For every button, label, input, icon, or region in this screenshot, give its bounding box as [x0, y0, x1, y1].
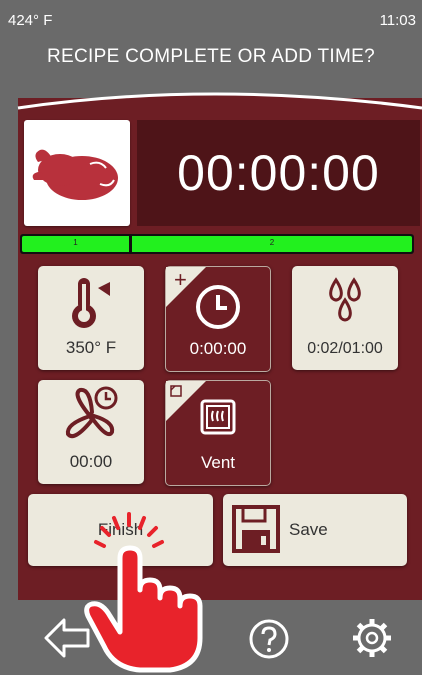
stage-progress-bar: 1 2	[20, 234, 414, 254]
tap-hand-icon	[84, 512, 203, 673]
food-type-tile[interactable]	[24, 120, 130, 226]
floppy-disk-icon	[232, 505, 280, 553]
add-time-value: 0:00:00	[189, 339, 247, 358]
vent-tile[interactable]: Vent	[165, 380, 271, 486]
clock-readout: 11:03	[379, 12, 416, 29]
whole-chicken-icon	[32, 149, 118, 200]
humidity-tile[interactable]: 0:02/01:00	[292, 266, 398, 370]
stage-segment-1: 1	[22, 236, 129, 252]
plus-marker: +	[174, 267, 187, 292]
page-title: RECIPE COMPLETE OR ADD TIME?	[47, 46, 375, 67]
vent-icon	[200, 399, 236, 435]
add-time-tile[interactable]: + 0:00:00	[165, 266, 271, 372]
thermometer-icon	[72, 278, 110, 328]
timer-display: 00:00:00	[137, 120, 420, 226]
humidity-value: 0:02/01:00	[307, 340, 383, 357]
save-button[interactable]: Save	[223, 494, 407, 566]
temperature-value: 350° F	[65, 338, 117, 357]
stage-label-2: 2	[269, 238, 275, 247]
gear-icon[interactable]	[350, 616, 394, 660]
temperature-tile[interactable]: 350° F	[38, 266, 144, 370]
water-drops-icon	[329, 277, 361, 322]
fan-tile[interactable]: 00:00	[38, 380, 144, 484]
stage-label-1: 1	[73, 238, 78, 247]
stage-segment-2: 2	[132, 236, 412, 252]
save-label: Save	[289, 520, 328, 539]
vent-label: Vent	[200, 453, 236, 472]
help-icon[interactable]	[248, 618, 290, 660]
oven-temperature-readout: 424° F	[8, 12, 53, 29]
fan-value: 00:00	[69, 452, 113, 471]
clock-icon	[196, 285, 240, 329]
timer-value: 00:00:00	[177, 145, 380, 201]
fan-timer-icon	[65, 386, 118, 439]
